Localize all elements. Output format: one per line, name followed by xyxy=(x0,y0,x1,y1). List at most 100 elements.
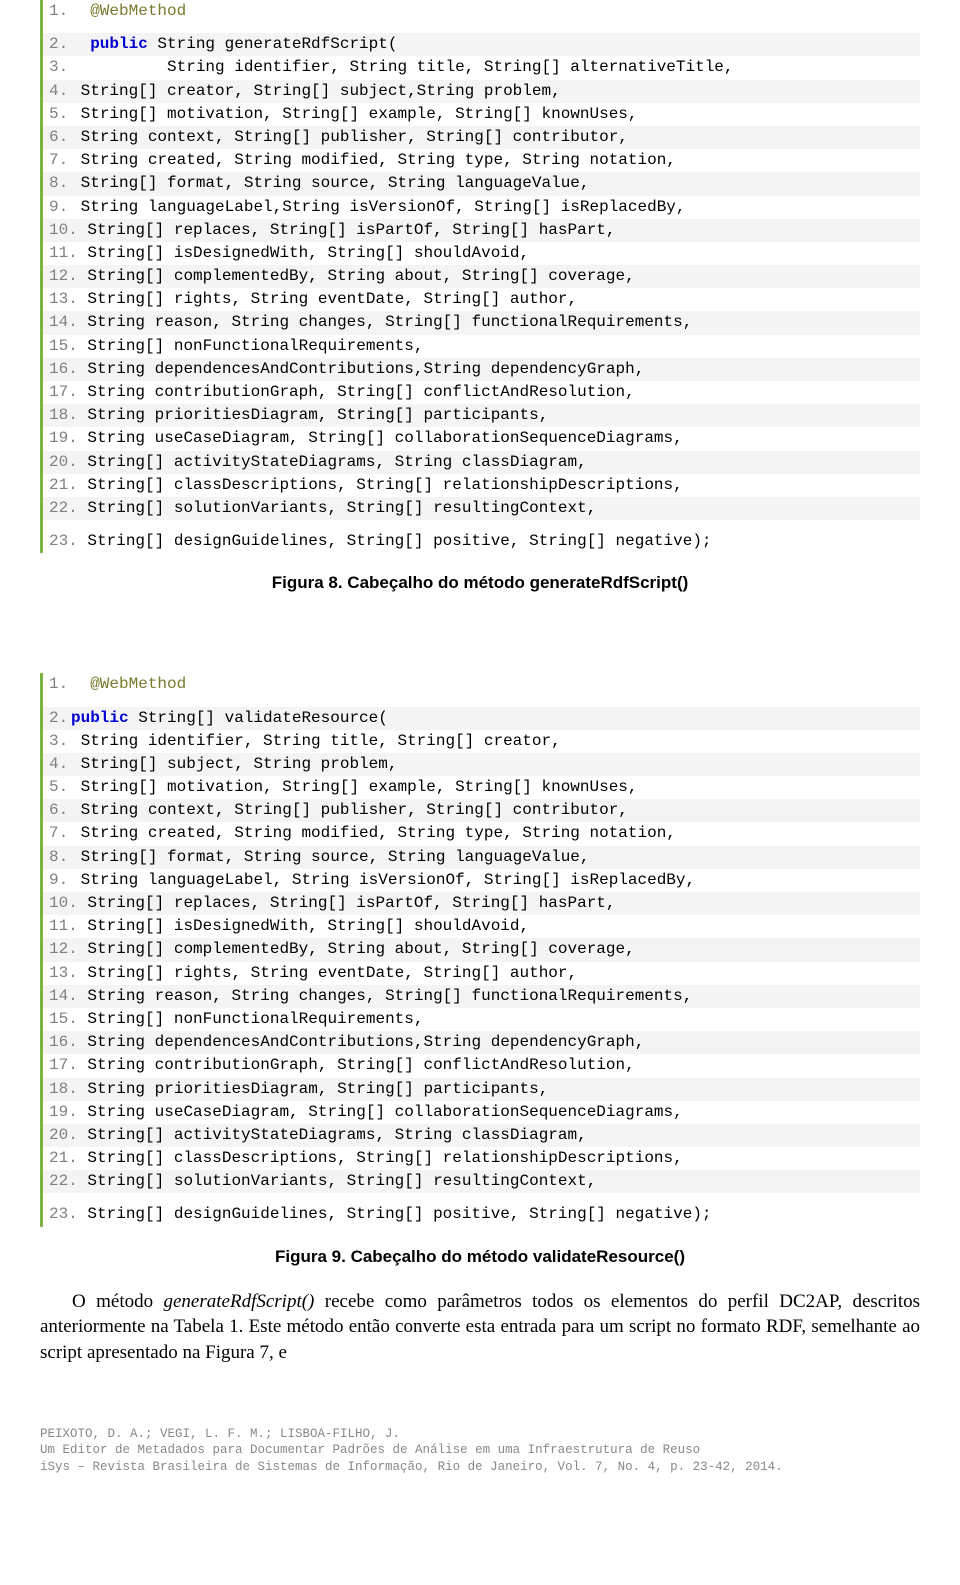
line-number: 8. xyxy=(49,172,71,195)
line-number: 15. xyxy=(49,335,78,358)
code-line: 22. String[] solutionVariants, String[] … xyxy=(43,497,920,520)
code-line: 12. String[] complementedBy, String abou… xyxy=(43,265,920,288)
line-number: 16. xyxy=(49,1031,78,1054)
line-number: 8. xyxy=(49,846,71,869)
line-number: 5. xyxy=(49,103,71,126)
code-line: 12. String[] complementedBy, String abou… xyxy=(43,938,920,961)
code-line: 11. String[] isDesignedWith, String[] sh… xyxy=(43,242,920,265)
code-line: 23. String[] designGuidelines, String[] … xyxy=(43,1203,920,1226)
code-line: 17. String contributionGraph, String[] c… xyxy=(43,1054,920,1077)
code-line: 2. public String generateRdfScript( xyxy=(43,33,920,56)
code-figure-8: 1. @WebMethod 2. public String generateRd… xyxy=(40,0,920,553)
footer-line-1: PEIXOTO, D. A.; VEGI, L. F. M.; LISBOA-F… xyxy=(40,1426,920,1443)
code-line: 10. String[] replaces, String[] isPartOf… xyxy=(43,219,920,242)
figure-9-caption: Figura 9. Cabeçalho do método validateRe… xyxy=(40,1247,920,1267)
code-line: 20. String[] activityStateDiagrams, Stri… xyxy=(43,451,920,474)
code-line: 11. String[] isDesignedWith, String[] sh… xyxy=(43,915,920,938)
code-line: 17. String contributionGraph, String[] c… xyxy=(43,381,920,404)
line-number: 7. xyxy=(49,822,71,845)
code-line: 4. String[] subject, String problem, xyxy=(43,753,920,776)
line-number: 18. xyxy=(49,404,78,427)
line-number: 18. xyxy=(49,1078,78,1101)
line-number: 3. xyxy=(49,56,71,79)
line-number: 11. xyxy=(49,242,78,265)
code-line: 23. String[] designGuidelines, String[] … xyxy=(43,530,920,553)
annotation-keyword: @WebMethod xyxy=(90,675,186,693)
code-line: 9. String languageLabel,String isVersion… xyxy=(43,196,920,219)
code-line: 19. String useCaseDiagram, String[] coll… xyxy=(43,1101,920,1124)
code-line: 9. String languageLabel, String isVersio… xyxy=(43,869,920,892)
line-number: 10. xyxy=(49,892,78,915)
line-number: 12. xyxy=(49,265,78,288)
line-number: 6. xyxy=(49,799,71,822)
code-line: 22. String[] solutionVariants, String[] … xyxy=(43,1170,920,1193)
code-line: 19. String useCaseDiagram, String[] coll… xyxy=(43,427,920,450)
code-line: 3. String identifier, String title, Stri… xyxy=(43,56,920,79)
code-line: 13. String[] rights, String eventDate, S… xyxy=(43,962,920,985)
footer-line-3: iSys – Revista Brasileira de Sistemas de… xyxy=(40,1459,920,1476)
code-line: 6. String context, String[] publisher, S… xyxy=(43,799,920,822)
line-number: 4. xyxy=(49,753,71,776)
code-line: 5. String[] motivation, String[] example… xyxy=(43,776,920,799)
line-number: 5. xyxy=(49,776,71,799)
code-line: 4. String[] creator, String[] subject,St… xyxy=(43,80,920,103)
code-line: 18. String prioritiesDiagram, String[] p… xyxy=(43,1078,920,1101)
figure-8-caption: Figura 8. Cabeçalho do método generateRd… xyxy=(40,573,920,593)
code-line: 14. String reason, String changes, Strin… xyxy=(43,311,920,334)
code-line: 7. String created, String modified, Stri… xyxy=(43,822,920,845)
code-line: 13. String[] rights, String eventDate, S… xyxy=(43,288,920,311)
footer-line-2: Um Editor de Metadados para Documentar P… xyxy=(40,1442,920,1459)
code-line: 10. String[] replaces, String[] isPartOf… xyxy=(43,892,920,915)
line-number: 19. xyxy=(49,427,78,450)
code-line: 1. @WebMethod xyxy=(43,673,920,696)
line-number: 4. xyxy=(49,80,71,103)
code-line: 15. String[] nonFunctionalRequirements, xyxy=(43,1008,920,1031)
line-number: 1. xyxy=(49,0,71,23)
code-line: 20. String[] activityStateDiagrams, Stri… xyxy=(43,1124,920,1147)
body-text-a: O método xyxy=(72,1291,163,1312)
code-line: 3. String identifier, String title, Stri… xyxy=(43,730,920,753)
code-line: 18. String prioritiesDiagram, String[] p… xyxy=(43,404,920,427)
line-number: 21. xyxy=(49,1147,78,1170)
code-line: 2.public String[] validateResource( xyxy=(43,707,920,730)
line-number: 16. xyxy=(49,358,78,381)
annotation-keyword: @WebMethod xyxy=(90,2,186,20)
code-line: 8. String[] format, String source, Strin… xyxy=(43,172,920,195)
line-number: 3. xyxy=(49,730,71,753)
code-line: 21. String[] classDescriptions, String[]… xyxy=(43,474,920,497)
line-number: 19. xyxy=(49,1101,78,1124)
line-number: 23. xyxy=(49,1203,78,1226)
line-number: 23. xyxy=(49,530,78,553)
code-line: 7. String created, String modified, Stri… xyxy=(43,149,920,172)
code-line: 6. String context, String[] publisher, S… xyxy=(43,126,920,149)
line-number: 9. xyxy=(49,196,71,219)
line-number: 9. xyxy=(49,869,71,892)
line-number: 14. xyxy=(49,311,78,334)
line-number: 17. xyxy=(49,1054,78,1077)
line-number: 14. xyxy=(49,985,78,1008)
line-number: 20. xyxy=(49,1124,78,1147)
body-text-em: generateRdfScript() xyxy=(163,1291,314,1312)
line-number: 2. xyxy=(49,707,71,730)
line-number: 20. xyxy=(49,451,78,474)
line-number: 11. xyxy=(49,915,78,938)
code-line: 14. String reason, String changes, Strin… xyxy=(43,985,920,1008)
line-number: 7. xyxy=(49,149,71,172)
code-line: 21. String[] classDescriptions, String[]… xyxy=(43,1147,920,1170)
public-keyword: public xyxy=(71,709,129,727)
line-number: 15. xyxy=(49,1008,78,1031)
line-number: 2. xyxy=(49,33,71,56)
line-number: 22. xyxy=(49,1170,78,1193)
code-line: 16. String dependencesAndContributions,S… xyxy=(43,358,920,381)
line-number: 21. xyxy=(49,474,78,497)
code-line: 1. @WebMethod xyxy=(43,0,920,23)
body-paragraph: O método generateRdfScript() recebe como… xyxy=(40,1289,920,1366)
code-line: 15. String[] nonFunctionalRequirements, xyxy=(43,335,920,358)
line-number: 13. xyxy=(49,962,78,985)
line-number: 6. xyxy=(49,126,71,149)
code-line: 5. String[] motivation, String[] example… xyxy=(43,103,920,126)
code-line: 16. String dependencesAndContributions,S… xyxy=(43,1031,920,1054)
public-keyword: public xyxy=(90,35,148,53)
code-figure-9: 1. @WebMethod 2.public String[] validateR… xyxy=(40,673,920,1226)
code-line: 8. String[] format, String source, Strin… xyxy=(43,846,920,869)
